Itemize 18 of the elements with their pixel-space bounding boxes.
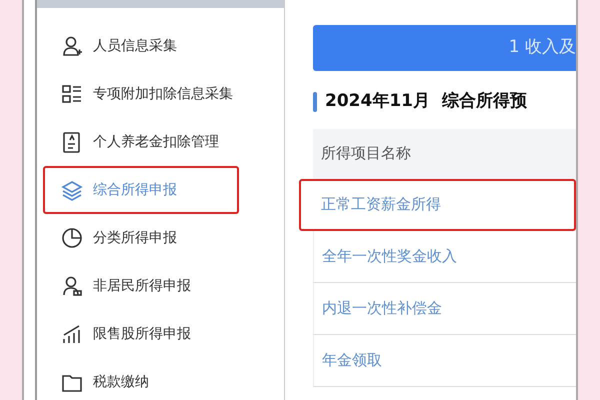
sidebar-item[interactable]: 非居民所得申报 xyxy=(43,262,264,310)
column-header: 所得项目名称 xyxy=(313,128,576,178)
bar-chart-icon xyxy=(61,323,83,345)
document-icon xyxy=(61,131,83,153)
sidebar-item[interactable]: 限售股所得申报 xyxy=(43,310,264,358)
sidebar-item[interactable]: 综合所得申报 xyxy=(43,166,239,214)
sidebar-item[interactable]: 个人养老金扣除管理 xyxy=(43,118,264,166)
pie-chart-icon xyxy=(61,227,83,249)
step-bar: 1 收入及 xyxy=(313,25,576,71)
layers-icon xyxy=(61,179,83,201)
person-icon xyxy=(61,275,83,297)
section-heading: 2024年11月 综合所得预 xyxy=(325,90,527,113)
sidebar-item[interactable]: 税款缴纳 xyxy=(43,358,264,400)
list-icon xyxy=(61,83,83,105)
person-icon xyxy=(61,35,83,57)
sidebar-item[interactable]: 专项附加扣除信息采集 xyxy=(43,70,264,118)
sidebar-item[interactable]: 人员信息采集 xyxy=(43,22,264,70)
sidebar-item[interactable]: 分类所得申报 xyxy=(43,214,264,262)
